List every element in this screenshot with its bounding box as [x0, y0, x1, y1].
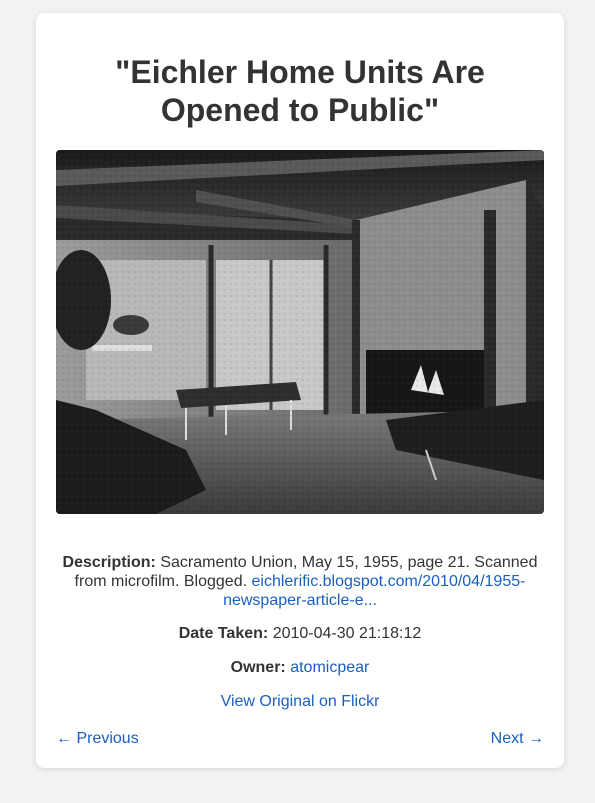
- previous-link[interactable]: ← Previous: [56, 729, 139, 748]
- date-value: 2010-04-30 21:18:12: [272, 625, 422, 642]
- photo-card: "Eichler Home Units Are Opened to Public…: [36, 13, 564, 768]
- description-link[interactable]: eichlerific.blogspot.com/2010/04/1955-ne…: [223, 573, 525, 609]
- next-link[interactable]: Next →: [491, 729, 544, 748]
- flickr-link-row: View Original on Flickr: [56, 692, 544, 711]
- description: Description: Sacramento Union, May 15, 1…: [56, 553, 544, 610]
- owner-label: Owner:: [230, 659, 286, 676]
- description-label: Description:: [62, 554, 156, 571]
- owner: Owner: atomicpear: [56, 658, 544, 677]
- view-on-flickr-link[interactable]: View Original on Flickr: [221, 693, 380, 710]
- page-title: "Eichler Home Units Are Opened to Public…: [115, 54, 485, 128]
- date-taken: Date Taken: 2010-04-30 21:18:12: [56, 624, 544, 643]
- owner-link[interactable]: atomicpear: [290, 659, 369, 676]
- photo-image: [56, 150, 544, 514]
- date-label: Date Taken:: [178, 625, 269, 642]
